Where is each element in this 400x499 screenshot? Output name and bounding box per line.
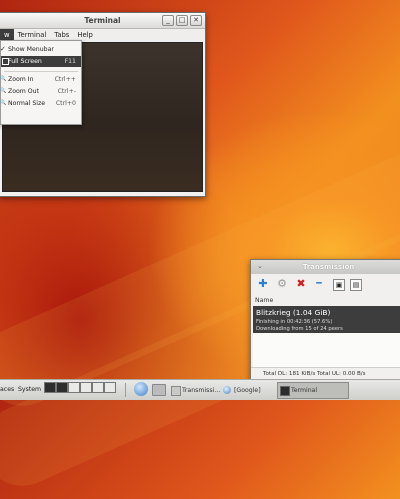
check-icon: ✓ [0,46,7,53]
torrent-list-empty-area[interactable] [253,333,400,368]
torrent-row[interactable]: Blitzkrieg (1.04 GiB) Finishing in 00:42… [253,306,400,333]
system-menu[interactable]: System [18,386,41,393]
transmission-window[interactable]: ⌄ Transmission ✚ ⚙ ✖ ━ ▣ ▤ Name Blitzkri… [250,259,400,382]
add-torrent-icon[interactable]: ✚ [256,277,270,291]
menu-item-normal-size[interactable]: 🔍 Normal Size Ctrl+0 [1,98,81,109]
globe-launcher-icon[interactable] [134,382,148,396]
workspace-1[interactable] [44,382,56,393]
maximize-button[interactable]: □ [176,15,188,26]
workspace-4[interactable] [80,382,92,393]
terminal-titlebar[interactable]: Terminal _ □ ✕ [0,13,205,29]
transmission-icon [171,386,181,396]
zoom-out-icon: 🔍 [0,88,7,95]
task-transmission[interactable]: Transmissi... [168,382,220,399]
torrent-peers-text: Downloading from 15 of 24 peers [256,326,343,332]
details-icon[interactable]: ▣ [333,279,345,291]
view-options-icon[interactable]: ▤ [350,279,362,291]
transmission-title: Transmission [251,263,400,271]
bottom-panel: aces System Transmissi... [Google] Termi… [0,379,400,400]
places-menu[interactable]: aces [0,386,14,393]
close-button[interactable]: ✕ [190,15,202,26]
torrent-name: Blitzkrieg (1.04 GiB) [256,308,330,317]
menu-item-zoom-in[interactable]: 🔍 Zoom In Ctrl++ [1,74,81,85]
browser-icon [223,386,231,394]
task-terminal[interactable]: Terminal [277,382,349,399]
folder-launcher-icon[interactable] [152,384,166,396]
panel-separator [125,383,126,397]
workspace-5[interactable] [92,382,104,393]
workspace-2[interactable] [56,382,68,393]
workspace-3[interactable] [68,382,80,393]
menu-separator [4,71,78,72]
menu-item-full-screen[interactable]: Full Screen F11 [1,56,81,67]
transmission-toolbar: ✚ ⚙ ✖ ━ ▣ ▤ [251,275,400,295]
terminal-icon [280,386,290,396]
workspace-6[interactable] [104,382,116,393]
torrent-progress-text: Finishing in 00:42:36 (57.6%) [256,319,332,325]
total-upload: Total UL: 0.00 B/s [317,371,366,377]
remove-torrent-icon[interactable]: ✖ [294,277,308,291]
pause-icon[interactable]: ━ [312,277,326,291]
zoom-in-icon: 🔍 [0,76,7,83]
zoom-reset-icon: 🔍 [0,100,7,107]
total-download: Total DL: 181 KiB/s [263,371,315,377]
transmission-titlebar[interactable]: ⌄ Transmission [251,260,400,274]
menu-item-zoom-out[interactable]: 🔍 Zoom Out Ctrl+- [1,86,81,97]
minimize-button[interactable]: _ [162,15,174,26]
view-menu-dropdown: ✓ Show Menubar Full Screen F11 🔍 Zoom In… [0,40,82,125]
properties-icon[interactable]: ⚙ [275,277,289,291]
menu-item-show-menubar[interactable]: ✓ Show Menubar [1,44,81,55]
terminal-window[interactable]: Terminal _ □ ✕ w Terminal Tabs Help ✓ Sh… [0,12,206,197]
task-google[interactable]: [Google] [220,382,274,399]
